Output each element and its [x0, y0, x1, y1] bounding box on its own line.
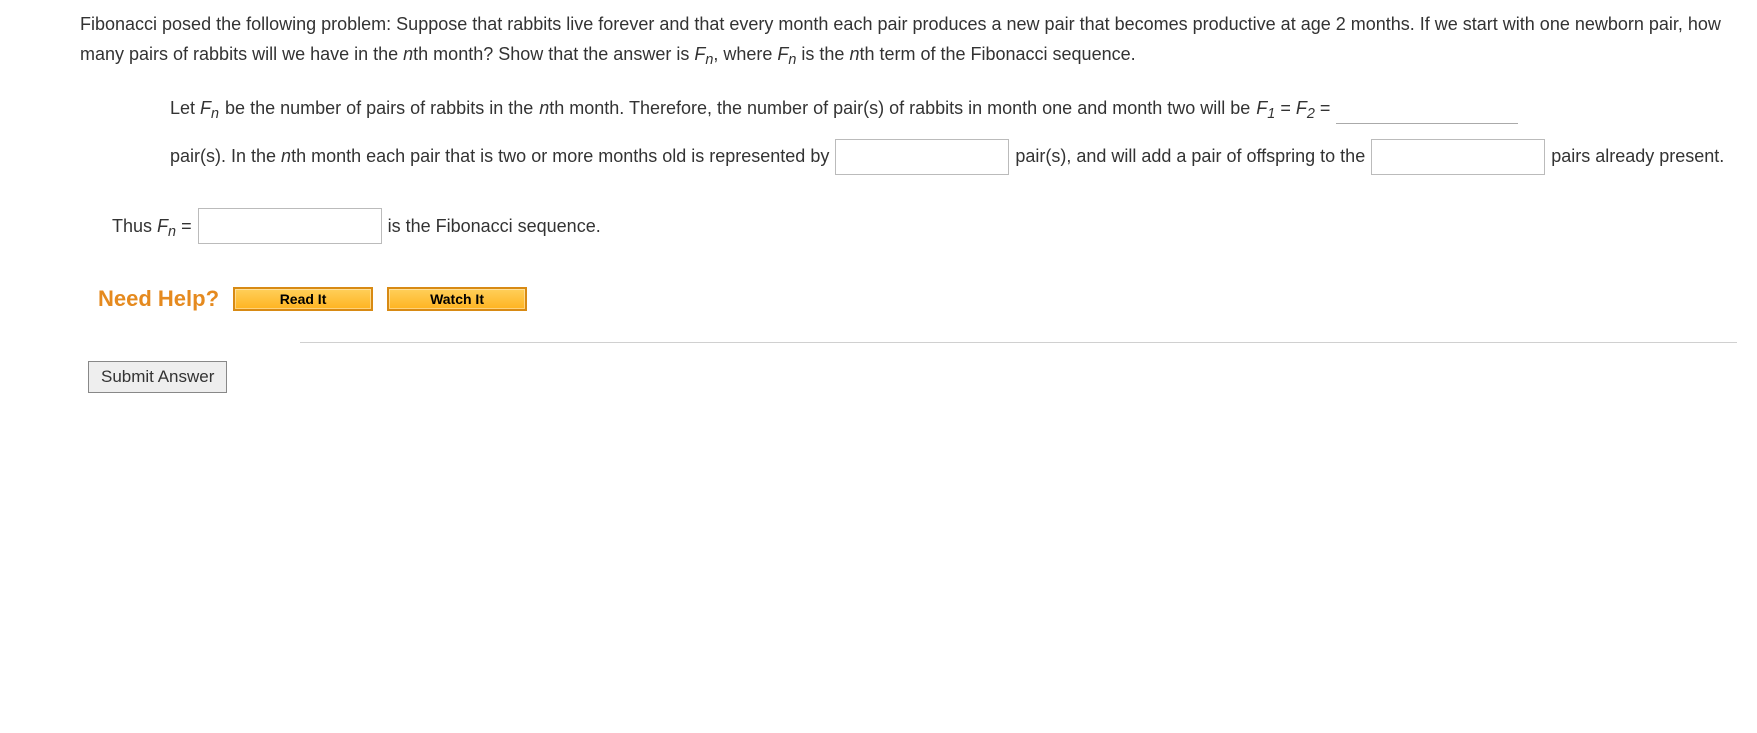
divider [300, 342, 1737, 343]
sol-var-sub: 1 [1267, 106, 1275, 122]
problem-text-2: th month? Show that the answer is [413, 44, 694, 64]
sol-text: Thus [112, 216, 157, 236]
submit-answer-button[interactable]: Submit Answer [88, 361, 227, 393]
blank-3-input[interactable] [1371, 139, 1545, 175]
solution-thus-line: Thus Fn = is the Fibonacci sequence. [112, 207, 1737, 247]
blank-2-input[interactable] [835, 139, 1009, 175]
sol-var: F [157, 216, 168, 236]
blank-1-input[interactable] [1336, 95, 1518, 124]
sol-var: n [281, 146, 291, 166]
var-n: n [403, 44, 413, 64]
problem-text-comma: , where [713, 44, 777, 64]
help-row: Need Help? Read It Watch It [80, 286, 1737, 312]
var-F: F [694, 44, 705, 64]
solution-block: Let Fn be the number of pairs of rabbits… [80, 89, 1737, 246]
sol-var-sub: n [168, 224, 176, 240]
var-F2: F [777, 44, 788, 64]
sol-var-sub: 2 [1307, 106, 1315, 122]
sol-text: th month each pair that is two or more m… [291, 146, 829, 166]
var-F-sub: n [705, 52, 713, 68]
sol-text: = [181, 216, 192, 236]
watch-it-button[interactable]: Watch It [387, 287, 527, 311]
sol-text: = [1320, 98, 1331, 118]
sol-text: pair(s). In the [170, 146, 281, 166]
var-n2: n [849, 44, 859, 64]
sol-text: pair(s), and will add a pair of offsprin… [1015, 137, 1365, 177]
problem-text-3: is the [801, 44, 849, 64]
sol-var: F [1296, 98, 1307, 118]
sol-var: F [1256, 98, 1267, 118]
sol-text: is the Fibonacci sequence. [388, 207, 601, 247]
problem-statement: Fibonacci posed the following problem: S… [80, 10, 1737, 69]
sol-var: n [539, 98, 549, 118]
need-help-label: Need Help? [98, 286, 219, 312]
sol-text: = [1280, 98, 1296, 118]
sol-text: th month. Therefore, the number of pair(… [549, 98, 1250, 118]
problem-text-4: th term of the Fibonacci sequence. [859, 44, 1135, 64]
var-F2-sub: n [788, 52, 796, 68]
solution-line-1: Let Fn be the number of pairs of rabbits… [170, 89, 1737, 176]
sol-text: pairs already present. [1551, 137, 1724, 177]
read-it-button[interactable]: Read It [233, 287, 373, 311]
sol-text: be the number of pairs of rabbits in the [225, 89, 533, 129]
sol-var: F [200, 98, 211, 118]
sol-var-sub: n [211, 106, 219, 122]
sol-text: Let [170, 98, 200, 118]
blank-4-input[interactable] [198, 208, 382, 244]
